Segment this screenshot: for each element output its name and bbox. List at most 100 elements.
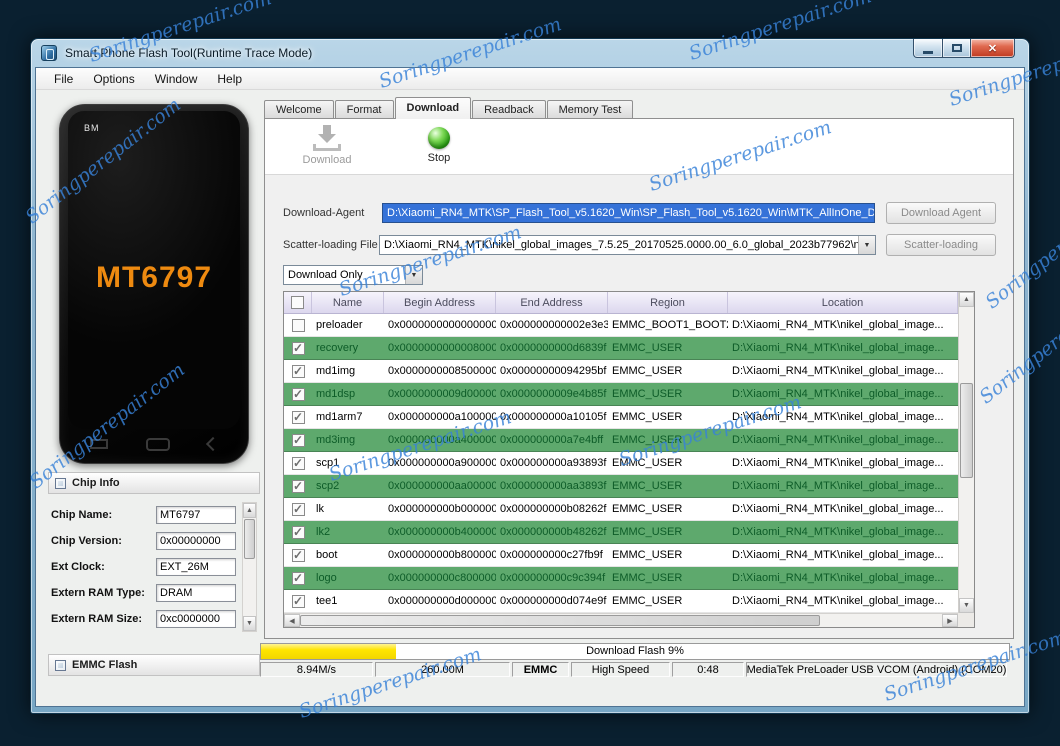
row-checkbox[interactable]: ✓ bbox=[284, 360, 312, 382]
status-speed-mode: High Speed bbox=[571, 662, 670, 677]
cell-end-address: 0x0000000000d6839f bbox=[500, 342, 607, 354]
phone-chip-label: MT6797 bbox=[95, 261, 213, 294]
scroll-up-icon[interactable]: ▲ bbox=[243, 503, 256, 518]
table-row-scp1[interactable]: ✓ scp1 0x000000000a900000 0x000000000a93893… bbox=[284, 452, 958, 475]
chip-field-value[interactable]: DRAM bbox=[156, 584, 236, 602]
cell-region: EMMC_USER bbox=[612, 365, 683, 377]
table-row-boot[interactable]: ✓ boot 0x000000000b800000 0x000000000c27fb9… bbox=[284, 544, 958, 567]
row-checkbox[interactable] bbox=[284, 314, 312, 336]
tab-format[interactable]: Format bbox=[334, 100, 394, 119]
cell-location: D:\Xiaomi_RN4_MTK\nikel_global_image... bbox=[732, 595, 944, 607]
row-checkbox[interactable]: ✓ bbox=[284, 567, 312, 589]
chip-info-scrollbar[interactable]: ▲ ▼ bbox=[242, 502, 257, 632]
scatter-file-field[interactable]: D:\Xiaomi_RN4_MTK\nikel_global_images_7.… bbox=[379, 235, 876, 255]
cell-region: EMMC_USER bbox=[612, 549, 683, 561]
column-header-location[interactable]: Location bbox=[728, 292, 958, 313]
scroll-left-icon[interactable]: ◀ bbox=[284, 614, 300, 627]
tab-welcome[interactable]: Welcome bbox=[264, 100, 334, 119]
chip-field-value[interactable]: 0xc0000000 bbox=[156, 610, 236, 628]
menu-help[interactable]: Help bbox=[207, 70, 252, 88]
chip-field-value[interactable]: MT6797 bbox=[156, 506, 236, 524]
title-bar[interactable]: Smart Phone Flash Tool(Runtime Trace Mod… bbox=[31, 39, 1029, 67]
emmc-flash-header[interactable]: EMMC Flash bbox=[48, 654, 260, 676]
download-progress-bar: Download Flash 9% bbox=[260, 643, 1010, 660]
row-checkbox[interactable]: ✓ bbox=[284, 383, 312, 405]
tab-download[interactable]: Download bbox=[394, 97, 472, 119]
table-row-scp2[interactable]: ✓ scp2 0x000000000aa00000 0x000000000aa3893… bbox=[284, 475, 958, 498]
scatter-dropdown-icon[interactable]: ▼ bbox=[858, 236, 875, 254]
scroll-up-icon[interactable]: ▲ bbox=[959, 292, 974, 307]
menu-options[interactable]: Options bbox=[83, 70, 144, 88]
scrollbar-thumb[interactable] bbox=[244, 519, 255, 559]
scroll-down-icon[interactable]: ▼ bbox=[959, 598, 974, 613]
scrollbar-thumb[interactable] bbox=[300, 615, 820, 626]
row-checkbox[interactable]: ✓ bbox=[284, 475, 312, 497]
table-horizontal-scrollbar[interactable]: ◀ ▶ bbox=[284, 613, 958, 627]
cell-name: boot bbox=[316, 549, 338, 561]
cell-location: D:\Xiaomi_RN4_MTK\nikel_global_image... bbox=[732, 526, 944, 538]
table-row-tee1[interactable]: ✓ tee1 0x000000000d000000 0x000000000d074e9… bbox=[284, 590, 958, 613]
checkbox-icon: ✓ bbox=[291, 570, 305, 585]
row-checkbox[interactable]: ✓ bbox=[284, 521, 312, 543]
scroll-down-icon[interactable]: ▼ bbox=[243, 616, 256, 631]
chip-field-value[interactable]: 0x00000000 bbox=[156, 532, 236, 550]
table-row-preloader[interactable]: preloader 0x0000000000000000 0x00000000000… bbox=[284, 314, 958, 337]
chip-field-value[interactable]: EXT_26M bbox=[156, 558, 236, 576]
table-vertical-scrollbar[interactable]: ▲ ▼ bbox=[958, 292, 974, 613]
cell-name: scp2 bbox=[316, 480, 340, 492]
cell-name: lk2 bbox=[316, 526, 331, 538]
tab-memory-test[interactable]: Memory Test bbox=[546, 100, 634, 119]
menu-window[interactable]: Window bbox=[145, 70, 208, 88]
chip-field-row: Extern RAM Size: 0xc0000000 bbox=[48, 606, 240, 632]
chip-info-header[interactable]: Chip Info bbox=[48, 472, 260, 494]
status-com-port: MediaTek PreLoader USB VCOM (Android) (C… bbox=[746, 662, 1007, 677]
cell-region: EMMC_USER bbox=[612, 411, 683, 423]
row-checkbox[interactable]: ✓ bbox=[284, 544, 312, 566]
row-checkbox[interactable]: ✓ bbox=[284, 337, 312, 359]
status-elapsed-time: 0:48 bbox=[672, 662, 744, 677]
table-row-md1arm7[interactable]: ✓ md1arm7 0x000000000a100000 0x000000000a10… bbox=[284, 406, 958, 429]
cell-begin-address: 0x000000000b800000 bbox=[388, 549, 496, 561]
checkbox-icon bbox=[291, 318, 305, 332]
stop-tool-button[interactable]: Stop bbox=[403, 125, 475, 164]
tab-readback[interactable]: Readback bbox=[472, 100, 546, 119]
download-mode-dropdown[interactable]: Download Only ▼ bbox=[283, 265, 423, 285]
cell-region: EMMC_USER bbox=[612, 480, 683, 492]
cell-location: D:\Xiaomi_RN4_MTK\nikel_global_image... bbox=[732, 342, 944, 354]
row-checkbox[interactable]: ✓ bbox=[284, 406, 312, 428]
column-header-begin-address[interactable]: Begin Address bbox=[384, 292, 496, 313]
close-button[interactable]: ✕ bbox=[971, 39, 1015, 58]
row-checkbox[interactable]: ✓ bbox=[284, 452, 312, 474]
maximize-button[interactable] bbox=[943, 39, 971, 58]
download-agent-field[interactable]: D:\Xiaomi_RN4_MTK\SP_Flash_Tool_v5.1620_… bbox=[382, 203, 875, 223]
menu-file[interactable]: File bbox=[44, 70, 83, 88]
table-row-md1dsp[interactable]: ✓ md1dsp 0x0000000009d00000 0x0000000009e4b… bbox=[284, 383, 958, 406]
cell-begin-address: 0x0000000000008000 bbox=[388, 342, 496, 354]
scrollbar-thumb[interactable] bbox=[960, 383, 973, 478]
chip-info-title: Chip Info bbox=[72, 477, 120, 489]
download-agent-button[interactable]: Download Agent bbox=[886, 202, 996, 224]
table-row-logo[interactable]: ✓ logo 0x000000000c800000 0x000000000c9c394… bbox=[284, 567, 958, 590]
scroll-right-icon[interactable]: ▶ bbox=[942, 614, 958, 627]
tab-strip: Welcome Format Download Readback Memory Test bbox=[264, 97, 634, 119]
table-row-lk2[interactable]: ✓ lk2 0x000000000b400000 0x000000000b48262f… bbox=[284, 521, 958, 544]
table-row-md3img[interactable]: ✓ md3img 0x000000000a400000 0x000000000a7e4… bbox=[284, 429, 958, 452]
row-checkbox[interactable]: ✓ bbox=[284, 498, 312, 520]
cell-name: preloader bbox=[316, 319, 363, 331]
table-row-recovery[interactable]: ✓ recovery 0x0000000000008000 0x0000000000d… bbox=[284, 337, 958, 360]
column-header-region[interactable]: Region bbox=[608, 292, 728, 313]
phone-back-key-icon bbox=[205, 436, 221, 452]
column-header-end-address[interactable]: End Address bbox=[496, 292, 608, 313]
row-checkbox[interactable]: ✓ bbox=[284, 429, 312, 451]
table-row-md1img[interactable]: ✓ md1img 0x0000000008500000 0x0000000009429… bbox=[284, 360, 958, 383]
table-row-lk[interactable]: ✓ lk 0x000000000b000000 0x000000000b08262f E… bbox=[284, 498, 958, 521]
row-checkbox[interactable]: ✓ bbox=[284, 590, 312, 612]
download-tool-label: Download bbox=[302, 154, 352, 166]
minimize-button[interactable] bbox=[913, 39, 943, 58]
scatter-loading-button[interactable]: Scatter-loading bbox=[886, 234, 996, 256]
cell-region: EMMC_USER bbox=[612, 342, 683, 354]
select-all-checkbox[interactable] bbox=[284, 292, 312, 313]
download-tool-button[interactable]: Download bbox=[291, 125, 363, 166]
column-header-name[interactable]: Name bbox=[312, 292, 384, 313]
checkbox-icon: ✓ bbox=[291, 524, 305, 539]
